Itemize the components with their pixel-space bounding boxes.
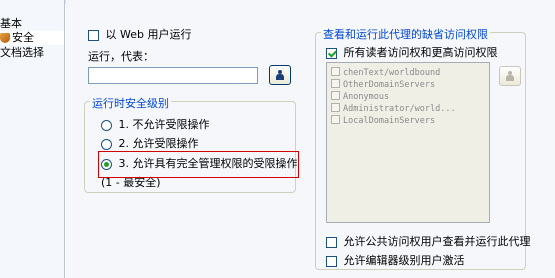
access-list[interactable]: chenText/worldbound OtherDomainServers A… [326, 62, 490, 223]
security-option-2[interactable]: 2. 允许受限操作 [101, 135, 199, 151]
editor-activate-option[interactable]: 允许编辑器级别用户激活 [326, 252, 465, 268]
list-item[interactable]: OtherDomainServers [331, 79, 435, 90]
run-as-web-user-option[interactable]: 以 Web 用户运行 [88, 26, 191, 42]
person-icon [276, 70, 284, 80]
editor-activate-label: 允许编辑器级别用户激活 [343, 254, 465, 267]
list-item-checkbox[interactable] [331, 79, 340, 88]
sidebar-item-security[interactable]: 安全 [0, 31, 64, 45]
list-item-checkbox[interactable] [331, 103, 340, 112]
all-readers-label: 所有读者访问权和更高访问权限 [343, 46, 498, 59]
run-on-behalf-input[interactable] [88, 67, 258, 84]
sidebar-item-label: 文档选择 [0, 46, 44, 59]
run-as-web-user-label: 以 Web 用户运行 [105, 28, 192, 41]
sidebar-item-label: 安全 [12, 31, 34, 44]
select-user-button[interactable] [269, 65, 291, 85]
security-option-2-label: 2. 允许受限操作 [118, 137, 199, 150]
run-as-web-user-checkbox[interactable] [88, 29, 99, 41]
security-option-1-radio[interactable] [101, 119, 112, 131]
sidebar-item-basic[interactable]: 基本 [0, 17, 22, 31]
public-access-option[interactable]: 允许公共访问权用户查看并运行此代理 [326, 233, 531, 249]
highlight-annotation-box [98, 151, 299, 178]
security-level-legend: 运行时安全级别 [90, 95, 171, 111]
person-icon [506, 71, 514, 81]
list-item[interactable]: Administrator/world... [331, 103, 456, 114]
add-access-user-button[interactable] [499, 66, 521, 86]
security-option-2-radio[interactable] [101, 138, 112, 150]
sidebar-item-label: 基本 [0, 17, 22, 30]
sidebar: 基本 安全 文档选择 [0, 0, 65, 278]
public-access-label: 允许公共访问权用户查看并运行此代理 [343, 235, 531, 248]
list-item-checkbox[interactable] [331, 91, 340, 100]
list-item[interactable]: LocalDomainServers [331, 115, 435, 126]
list-item-checkbox[interactable] [331, 115, 340, 124]
list-item[interactable]: chenText/worldbound [331, 67, 440, 78]
run-on-behalf-label: 运行，代表： [88, 50, 154, 63]
security-option-1-label: 1. 不允许受限操作 [118, 118, 210, 131]
list-item-checkbox[interactable] [331, 67, 340, 76]
key-icon [0, 33, 10, 43]
public-access-checkbox[interactable] [326, 236, 337, 248]
sidebar-item-document-selection[interactable]: 文档选择 [0, 46, 44, 60]
editor-activate-checkbox[interactable] [326, 255, 337, 267]
all-readers-checkbox[interactable] [326, 47, 337, 59]
access-legend: 查看和运行此代理的缺省访问权限 [321, 26, 490, 42]
list-item[interactable]: Anonymous [331, 91, 389, 102]
security-option-1[interactable]: 1. 不允许受限操作 [101, 116, 210, 132]
all-readers-option[interactable]: 所有读者访问权和更高访问权限 [326, 44, 498, 60]
